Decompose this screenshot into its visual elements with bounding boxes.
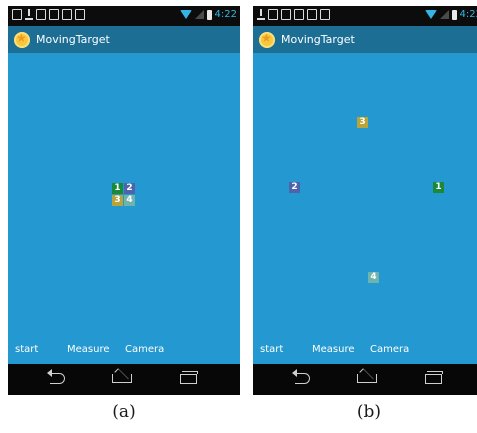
phone-screen-a: 4:22 MovingTarget 1 2 3 4 start Measure …	[8, 6, 240, 395]
star-app-icon	[14, 31, 30, 48]
target-3[interactable]: 3	[112, 195, 123, 206]
battery-icon	[451, 9, 457, 20]
figure: 4:22 MovingTarget 1 2 3 4 start Measure …	[0, 0, 477, 433]
action-bar: MovingTarget	[8, 26, 240, 53]
target-1[interactable]: 1	[433, 182, 444, 193]
app-title: MovingTarget	[281, 33, 355, 46]
back-icon[interactable]	[292, 369, 310, 384]
start-button[interactable]: start	[15, 344, 38, 355]
target-2[interactable]: 2	[124, 183, 135, 194]
signal-icon	[194, 10, 204, 19]
target-4[interactable]: 4	[124, 195, 135, 206]
wifi-icon	[179, 10, 192, 19]
recent-apps-icon[interactable]	[425, 371, 443, 384]
back-icon[interactable]	[47, 369, 65, 384]
start-button[interactable]: start	[260, 344, 283, 355]
navigation-bar	[8, 364, 240, 395]
status-time: 4:22	[459, 9, 477, 20]
phone-screen-b: 4:22 MovingTarget 1 2 3 4 start Measure …	[253, 6, 477, 395]
measure-button[interactable]: Measure	[67, 344, 110, 355]
battery-icon	[206, 9, 212, 20]
status-bar: 4:22	[8, 6, 240, 26]
image-notification-icon	[12, 9, 22, 20]
navigation-bar	[253, 364, 477, 395]
action-bar: MovingTarget	[253, 26, 477, 53]
home-icon[interactable]	[357, 374, 377, 383]
status-notification-icons	[257, 9, 330, 20]
recent-apps-icon[interactable]	[180, 371, 198, 384]
bottom-button-row: start Measure Camera	[253, 344, 477, 358]
download-icon	[257, 9, 265, 20]
target-4[interactable]: 4	[368, 272, 379, 283]
sd-card-icon	[307, 9, 317, 20]
mail-icon	[36, 9, 46, 20]
signal-icon	[439, 10, 449, 19]
camera-button[interactable]: Camera	[370, 344, 409, 355]
status-system-icons: 4:22	[179, 9, 237, 20]
camera-notification-icon	[75, 9, 85, 20]
status-bar: 4:22	[253, 6, 477, 26]
camera-notification-icon	[320, 9, 330, 20]
star-app-icon	[259, 31, 275, 48]
bottom-button-row: start Measure Camera	[8, 344, 240, 358]
wifi-icon	[424, 10, 437, 19]
sd-card-icon	[49, 9, 59, 20]
app-title: MovingTarget	[36, 33, 110, 46]
sd-card-icon	[294, 9, 304, 20]
mail-icon	[268, 9, 278, 20]
target-2[interactable]: 2	[289, 182, 300, 193]
target-3[interactable]: 3	[357, 117, 368, 128]
image-notification-icon	[281, 9, 291, 20]
status-system-icons: 4:22	[424, 9, 477, 20]
download-icon	[25, 9, 33, 20]
camera-button[interactable]: Camera	[125, 344, 164, 355]
home-icon[interactable]	[112, 374, 132, 383]
caption-b: (b)	[356, 402, 382, 422]
caption-a: (a)	[112, 402, 136, 422]
status-time: 4:22	[214, 9, 237, 20]
measure-button[interactable]: Measure	[312, 344, 355, 355]
target-1[interactable]: 1	[112, 183, 123, 194]
sd-card-icon	[62, 9, 72, 20]
status-notification-icons	[12, 9, 85, 20]
